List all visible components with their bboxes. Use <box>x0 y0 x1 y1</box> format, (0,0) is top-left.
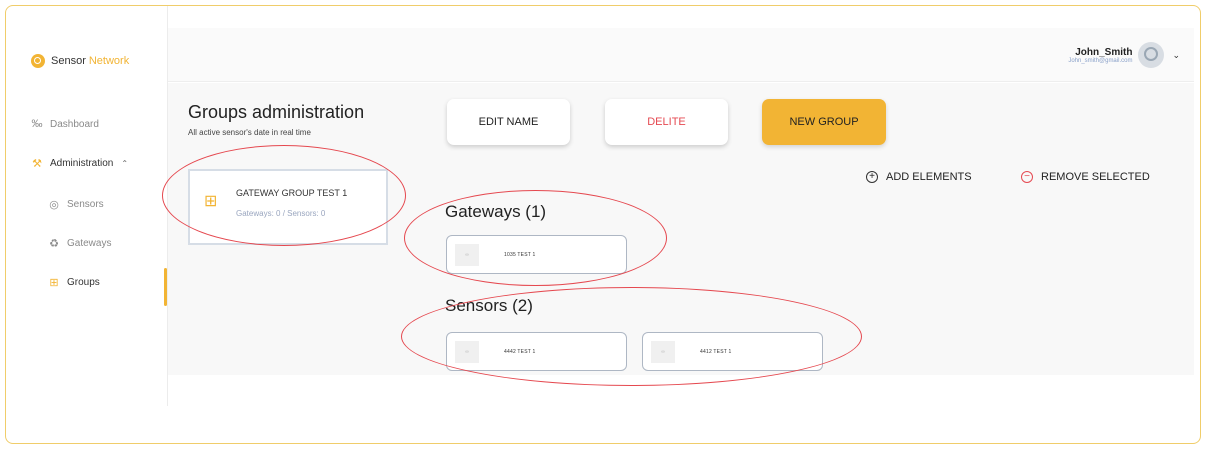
group-name: GATEWAY GROUP TEST 1 <box>236 188 348 198</box>
sidebar-item-gateways[interactable]: ♻ Gateways <box>48 237 111 250</box>
chevron-up-icon: ⌃ <box>121 159 129 168</box>
add-elements-label: ADD ELEMENTS <box>886 171 972 183</box>
sensor-pin-icon: ‰ <box>31 118 43 130</box>
groups-icon: ⊞ <box>204 193 218 210</box>
sidebar-item-label: Gateways <box>67 238 112 249</box>
add-elements-button[interactable]: + ADD ELEMENTS <box>866 171 972 183</box>
sidebar-item-label: Administration <box>50 158 114 169</box>
remove-selected-label: REMOVE SELECTED <box>1041 171 1150 183</box>
image-placeholder-icon: ∞ <box>455 340 479 363</box>
sensor-icon: ◎ <box>49 199 59 211</box>
wrench-icon: ⚒ <box>32 158 42 170</box>
sidebar-item-label: Dashboard <box>50 118 99 130</box>
sidebar-item-label: Groups <box>67 277 100 288</box>
sidebar: Sensor Network ‰ Dashboard ⚒ Administrat… <box>6 6 168 406</box>
top-bar: John_Smith John_smith@gmail.com ⌄ <box>168 28 1194 82</box>
plus-circle-icon: + <box>866 171 878 183</box>
gateway-item-label: 1035 TEST 1 <box>504 251 536 258</box>
new-group-button[interactable]: NEW GROUP <box>762 99 886 145</box>
sidebar-item-sensors[interactable]: ◎ Sensors <box>48 198 104 211</box>
groups-icon: ⊞ <box>49 277 59 289</box>
image-placeholder-icon: ∞ <box>651 340 675 363</box>
gateway-icon: ♻ <box>49 238 59 250</box>
logo-icon <box>31 54 45 68</box>
edit-name-button[interactable]: EDIT NAME <box>447 99 570 145</box>
page-title: Groups administration <box>188 102 365 122</box>
user-name: John_Smith <box>1075 46 1133 58</box>
user-menu[interactable]: John_Smith John_smith@gmail.com ⌄ <box>1068 42 1180 68</box>
user-email: John_smith@gmail.com <box>1068 57 1133 64</box>
image-placeholder-icon: ∞ <box>455 243 479 266</box>
sensor-item-label: 4412 TEST 1 <box>700 348 732 355</box>
page-subtitle: All active sensor's date in real time <box>188 128 311 137</box>
sidebar-item-dashboard[interactable]: ‰ Dashboard <box>31 118 99 130</box>
logo-accent-text: Network <box>88 55 130 67</box>
user-info: John_Smith John_smith@gmail.com <box>1068 47 1132 64</box>
active-indicator <box>164 268 167 306</box>
sensors-section-title: Sensors (2) <box>445 296 533 315</box>
sensor-item[interactable]: ∞ 4412 TEST 1 <box>642 332 823 371</box>
group-counts: Gateways: 0 / Sensors: 0 <box>236 209 326 218</box>
sidebar-item-administration[interactable]: ⚒ Administration ⌃ <box>31 157 128 170</box>
sidebar-item-groups[interactable]: ⊞ Groups <box>48 276 100 289</box>
sensor-item-label: 4442 TEST 1 <box>504 348 536 355</box>
minus-circle-icon: − <box>1021 171 1033 183</box>
sensor-item[interactable]: ∞ 4442 TEST 1 <box>446 332 627 371</box>
logo-text: Sensor <box>51 55 86 67</box>
app-logo[interactable]: Sensor Network <box>31 54 129 68</box>
avatar[interactable] <box>1138 42 1165 68</box>
gateways-section-title: Gateways (1) <box>445 202 547 221</box>
gateway-item[interactable]: ∞ 1035 TEST 1 <box>446 235 627 274</box>
sidebar-item-label: Sensors <box>67 199 104 210</box>
app-frame: Sensor Network ‰ Dashboard ⚒ Administrat… <box>5 5 1201 444</box>
group-card[interactable]: ⊞ GATEWAY GROUP TEST 1 Gateways: 0 / Sen… <box>188 169 388 245</box>
delete-button[interactable]: DELITE <box>605 99 728 145</box>
remove-selected-button[interactable]: − REMOVE SELECTED <box>1021 171 1150 183</box>
chevron-down-icon[interactable]: ⌄ <box>1172 50 1180 61</box>
